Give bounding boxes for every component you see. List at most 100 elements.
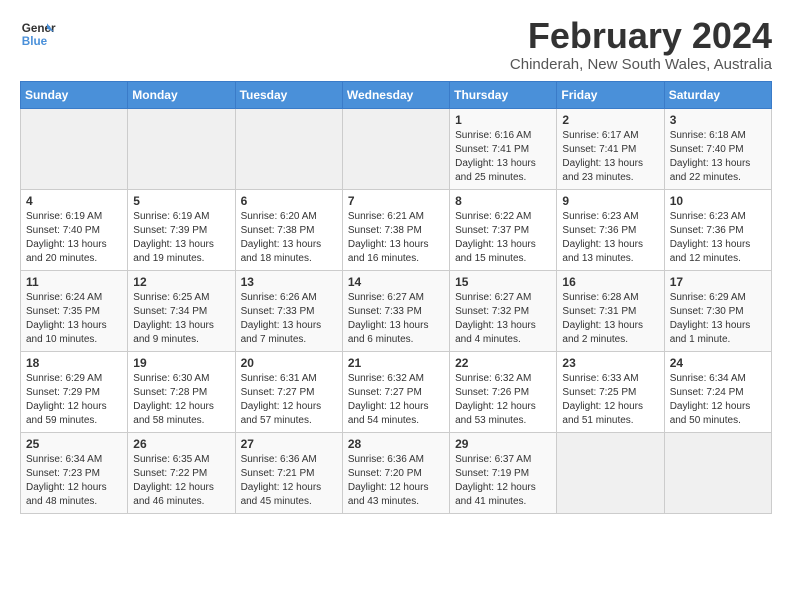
calendar-cell [664,432,771,513]
calendar-cell: 8 Sunrise: 6:22 AM Sunset: 7:37 PM Daylig… [450,189,557,270]
day-number: 15 [455,275,551,289]
day-number: 22 [455,356,551,370]
day-info: Sunrise: 6:19 AM Sunset: 7:39 PM Dayligh… [133,210,229,266]
calendar-cell: 1Sunrise: 6:16 AM Sunset: 7:41 PM Daylig… [450,108,557,189]
logo-icon: General Blue [20,16,56,52]
day-header-sunday: Sunday [21,81,128,108]
calendar-cell: 13 Sunrise: 6:26 AM Sunset: 7:33 PM Dayli… [235,270,342,351]
day-number: 10 [670,194,766,208]
calendar-cell: 26 Sunrise: 6:35 AM Sunset: 7:22 PM Dayli… [128,432,235,513]
day-number: 4 [26,194,122,208]
day-number: 21 [348,356,444,370]
day-number: 14 [348,275,444,289]
calendar-cell: 15 Sunrise: 6:27 AM Sunset: 7:32 PM Dayli… [450,270,557,351]
day-info: Sunrise: 6:20 AM Sunset: 7:38 PM Dayligh… [241,210,337,266]
svg-text:Blue: Blue [22,35,48,48]
calendar-cell: 7 Sunrise: 6:21 AM Sunset: 7:38 PM Daylig… [342,189,449,270]
day-number: 3 [670,113,766,127]
location-subtitle: Chinderah, New South Wales, Australia [510,56,772,73]
calendar-week-4: 18Sunrise: 6:29 AM Sunset: 7:29 PM Dayli… [21,351,772,432]
calendar-cell: 29Sunrise: 6:37 AM Sunset: 7:19 PM Dayli… [450,432,557,513]
header: General Blue February 2024 Chinderah, Ne… [20,16,772,73]
calendar-cell: 10 Sunrise: 6:23 AM Sunset: 7:36 PM Dayli… [664,189,771,270]
day-info: Sunrise: 6:37 AM Sunset: 7:19 PM Dayligh… [455,453,551,509]
day-info: Sunrise: 6:36 AM Sunset: 7:20 PM Dayligh… [348,453,444,509]
calendar-cell: 12 Sunrise: 6:25 AM Sunset: 7:34 PM Dayli… [128,270,235,351]
day-number: 18 [26,356,122,370]
calendar-cell: 14Sunrise: 6:27 AM Sunset: 7:33 PM Dayli… [342,270,449,351]
calendar-cell: 23 Sunrise: 6:33 AM Sunset: 7:25 PM Dayli… [557,351,664,432]
day-info: Sunrise: 6:35 AM Sunset: 7:22 PM Dayligh… [133,453,229,509]
day-info: Sunrise: 6:30 AM Sunset: 7:28 PM Dayligh… [133,372,229,428]
day-info: Sunrise: 6:16 AM Sunset: 7:41 PM Dayligh… [455,129,551,185]
day-number: 17 [670,275,766,289]
calendar-week-2: 4 Sunrise: 6:19 AM Sunset: 7:40 PM Daylig… [21,189,772,270]
day-number: 24 [670,356,766,370]
calendar-header: SundayMondayTuesdayWednesdayThursdayFrid… [21,81,772,108]
day-info: Sunrise: 6:27 AM Sunset: 7:32 PM Dayligh… [455,291,551,347]
day-number: 28 [348,437,444,451]
day-number: 27 [241,437,337,451]
day-info: Sunrise: 6:19 AM Sunset: 7:40 PM Dayligh… [26,210,122,266]
calendar-cell [21,108,128,189]
day-number: 13 [241,275,337,289]
day-header-tuesday: Tuesday [235,81,342,108]
header-row: SundayMondayTuesdayWednesdayThursdayFrid… [21,81,772,108]
day-info: Sunrise: 6:33 AM Sunset: 7:25 PM Dayligh… [562,372,658,428]
day-number: 26 [133,437,229,451]
title-area: February 2024 Chinderah, New South Wales… [510,16,772,73]
day-header-monday: Monday [128,81,235,108]
day-info: Sunrise: 6:36 AM Sunset: 7:21 PM Dayligh… [241,453,337,509]
day-number: 6 [241,194,337,208]
day-info: Sunrise: 6:26 AM Sunset: 7:33 PM Dayligh… [241,291,337,347]
day-number: 9 [562,194,658,208]
day-info: Sunrise: 6:32 AM Sunset: 7:26 PM Dayligh… [455,372,551,428]
calendar-cell: 18Sunrise: 6:29 AM Sunset: 7:29 PM Dayli… [21,351,128,432]
day-info: Sunrise: 6:23 AM Sunset: 7:36 PM Dayligh… [670,210,766,266]
day-info: Sunrise: 6:23 AM Sunset: 7:36 PM Dayligh… [562,210,658,266]
day-number: 23 [562,356,658,370]
day-number: 2 [562,113,658,127]
calendar-week-1: 1Sunrise: 6:16 AM Sunset: 7:41 PM Daylig… [21,108,772,189]
calendar-cell: 11Sunrise: 6:24 AM Sunset: 7:35 PM Dayli… [21,270,128,351]
calendar-cell: 22 Sunrise: 6:32 AM Sunset: 7:26 PM Dayli… [450,351,557,432]
calendar-week-5: 25Sunrise: 6:34 AM Sunset: 7:23 PM Dayli… [21,432,772,513]
day-number: 16 [562,275,658,289]
calendar-cell: 24 Sunrise: 6:34 AM Sunset: 7:24 PM Dayli… [664,351,771,432]
day-number: 19 [133,356,229,370]
day-number: 20 [241,356,337,370]
day-info: Sunrise: 6:18 AM Sunset: 7:40 PM Dayligh… [670,129,766,185]
calendar-table: SundayMondayTuesdayWednesdayThursdayFrid… [20,81,772,514]
day-info: Sunrise: 6:29 AM Sunset: 7:30 PM Dayligh… [670,291,766,347]
calendar-cell: 27 Sunrise: 6:36 AM Sunset: 7:21 PM Dayli… [235,432,342,513]
day-info: Sunrise: 6:28 AM Sunset: 7:31 PM Dayligh… [562,291,658,347]
calendar-body: 1Sunrise: 6:16 AM Sunset: 7:41 PM Daylig… [21,108,772,513]
calendar-cell [235,108,342,189]
day-info: Sunrise: 6:22 AM Sunset: 7:37 PM Dayligh… [455,210,551,266]
day-number: 11 [26,275,122,289]
day-number: 5 [133,194,229,208]
calendar-week-3: 11Sunrise: 6:24 AM Sunset: 7:35 PM Dayli… [21,270,772,351]
calendar-cell: 3 Sunrise: 6:18 AM Sunset: 7:40 PM Daylig… [664,108,771,189]
calendar-cell: 19 Sunrise: 6:30 AM Sunset: 7:28 PM Dayli… [128,351,235,432]
calendar-cell: 16 Sunrise: 6:28 AM Sunset: 7:31 PM Dayli… [557,270,664,351]
month-title: February 2024 [510,16,772,56]
day-info: Sunrise: 6:25 AM Sunset: 7:34 PM Dayligh… [133,291,229,347]
calendar-cell: 17 Sunrise: 6:29 AM Sunset: 7:30 PM Dayli… [664,270,771,351]
calendar-cell: 2Sunrise: 6:17 AM Sunset: 7:41 PM Daylig… [557,108,664,189]
day-header-saturday: Saturday [664,81,771,108]
day-header-thursday: Thursday [450,81,557,108]
day-number: 12 [133,275,229,289]
calendar-cell: 6 Sunrise: 6:20 AM Sunset: 7:38 PM Daylig… [235,189,342,270]
day-header-friday: Friday [557,81,664,108]
day-number: 7 [348,194,444,208]
calendar-cell [342,108,449,189]
day-number: 25 [26,437,122,451]
day-number: 8 [455,194,551,208]
day-info: Sunrise: 6:34 AM Sunset: 7:24 PM Dayligh… [670,372,766,428]
calendar-cell: 25Sunrise: 6:34 AM Sunset: 7:23 PM Dayli… [21,432,128,513]
day-info: Sunrise: 6:21 AM Sunset: 7:38 PM Dayligh… [348,210,444,266]
calendar-cell [557,432,664,513]
day-header-wednesday: Wednesday [342,81,449,108]
calendar-cell: 4 Sunrise: 6:19 AM Sunset: 7:40 PM Daylig… [21,189,128,270]
